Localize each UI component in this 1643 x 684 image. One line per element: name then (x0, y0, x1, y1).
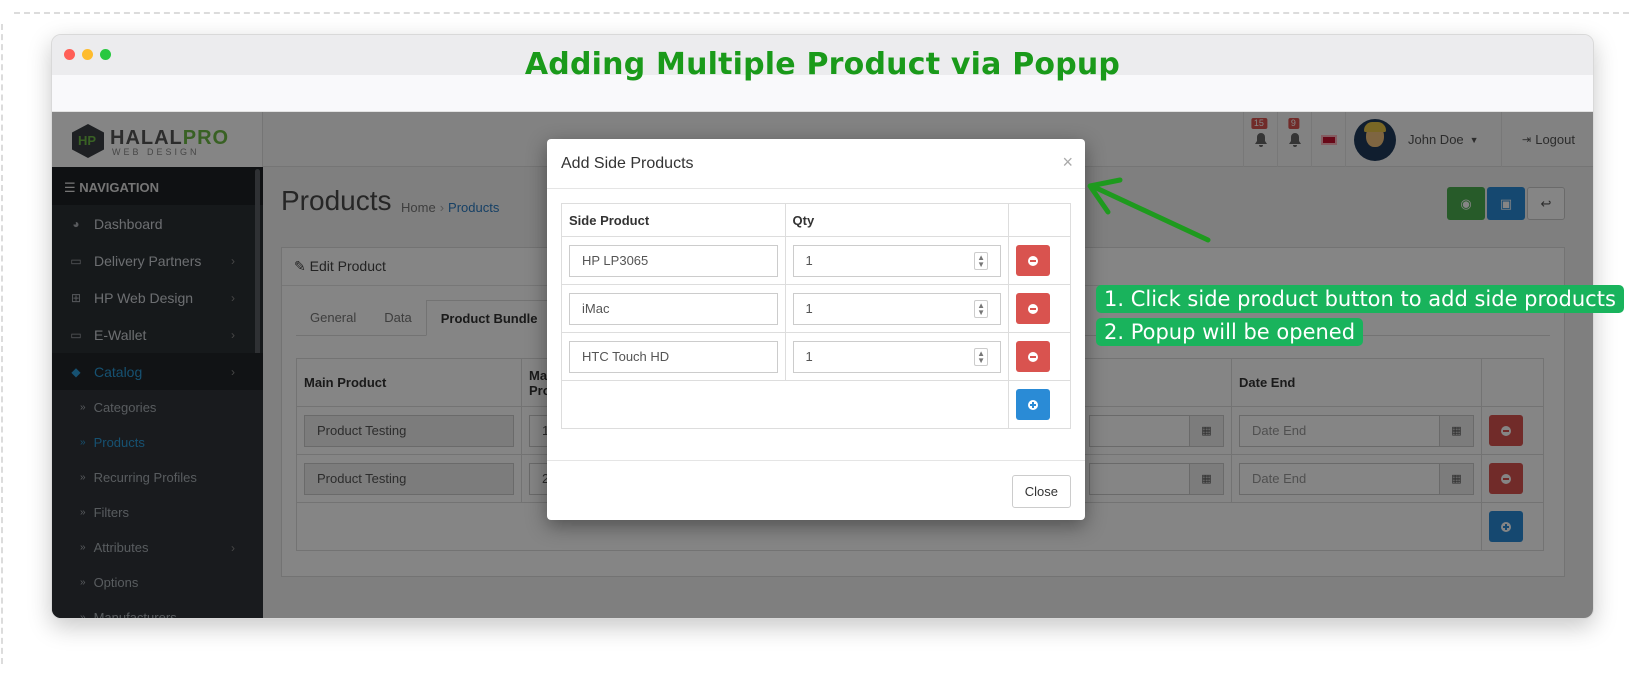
modal-title: Add Side Products (561, 155, 694, 172)
side-product-input[interactable]: HP LP3065 (569, 244, 778, 277)
annotation-step-1: 1. Click side product button to add side… (1096, 285, 1624, 313)
remove-side-product-button[interactable] (1016, 245, 1051, 276)
window-title: Adding Multiple Product via Popup (524, 47, 1121, 82)
minus-circle-icon (1028, 303, 1039, 314)
side-products-table: Side Product Qty HP LP3065 1 ▲ ▼ iMac 1 ▲ ▼ … (560, 203, 1071, 429)
side-product-input[interactable]: HTC Touch HD (569, 340, 778, 373)
column-actions (1008, 203, 1071, 237)
qty-input[interactable]: 1 ▲ ▼ (792, 340, 1002, 373)
column-side-product: Side Product (561, 203, 786, 237)
remove-side-product-button[interactable] (1016, 341, 1051, 372)
spinner-icon[interactable]: ▲ ▼ (974, 299, 989, 318)
add-side-products-modal: Add Side Products × Side Product Qty HP … (547, 139, 1085, 520)
annotation-step-2: 2. Popup will be opened (1096, 318, 1364, 346)
close-button[interactable]: Close (1011, 475, 1071, 508)
modal-footer: Close (547, 460, 1085, 520)
minus-circle-icon (1028, 255, 1039, 266)
add-side-product-button[interactable] (1016, 389, 1051, 420)
table-row: iMac 1 ▲ ▼ (561, 284, 1071, 333)
table-row: HP LP3065 1 ▲ ▼ (561, 236, 1071, 285)
table-row-add (560, 380, 1071, 429)
dashed-border-left (1, 24, 3, 664)
table-row: HTC Touch HD 1 ▲ ▼ (561, 332, 1071, 381)
dashed-border-top (14, 12, 1629, 14)
qty-input[interactable]: 1 ▲ ▼ (792, 292, 1002, 325)
column-qty: Qty (784, 203, 1010, 237)
close-icon[interactable]: × (1062, 152, 1073, 173)
minus-circle-icon (1028, 351, 1039, 362)
side-product-input[interactable]: iMac (569, 292, 778, 325)
annotation-arrow-icon (1087, 177, 1211, 243)
qty-input[interactable]: 1 ▲ ▼ (792, 244, 1002, 277)
remove-side-product-button[interactable] (1016, 293, 1051, 324)
spinner-icon[interactable]: ▲ ▼ (974, 347, 989, 366)
table-header-row: Side Product Qty (561, 203, 1071, 237)
spinner-icon[interactable]: ▲ ▼ (974, 251, 989, 270)
plus-circle-icon (1028, 399, 1039, 410)
modal-header: Add Side Products × (547, 139, 1085, 189)
